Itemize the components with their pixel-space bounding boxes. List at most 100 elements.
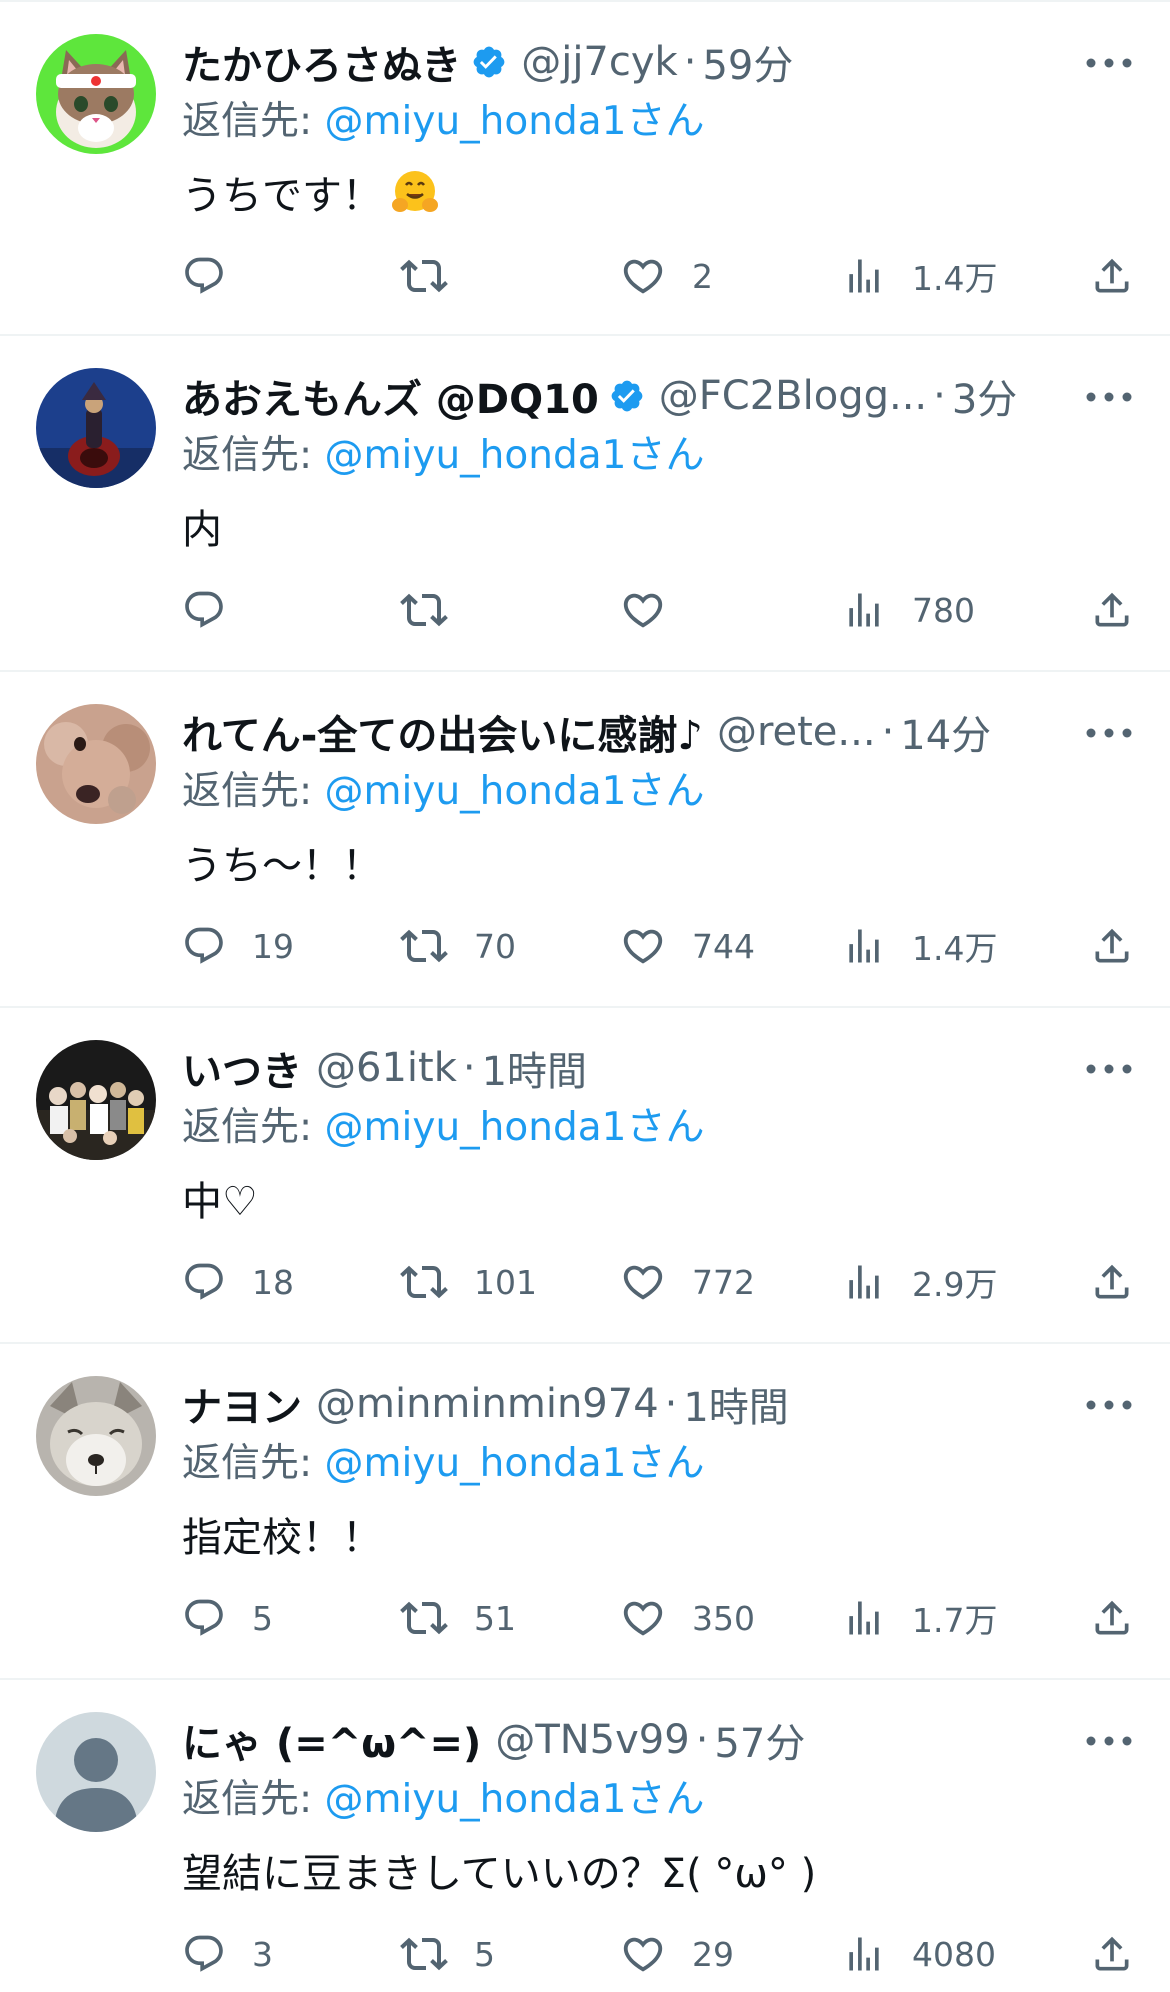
retweet-button[interactable]: 51 (400, 1588, 516, 1648)
views-icon (849, 593, 879, 627)
retweet-button[interactable]: 101 (400, 1252, 537, 1312)
display-name[interactable]: あおえもんズ @DQ10 (182, 367, 599, 425)
share-button[interactable] (1090, 1252, 1134, 1312)
display-name[interactable]: いつき (182, 1039, 302, 1097)
reply-button[interactable] (182, 246, 252, 306)
like-button[interactable] (620, 580, 692, 640)
tweet-actions: 2 1.4万 (182, 246, 1134, 306)
display-name[interactable]: れてん-全ての出会いに感謝♪ (182, 703, 703, 761)
like-count: 350 (692, 1598, 755, 1638)
more-options-button[interactable] (1084, 1726, 1134, 1756)
share-icon (1095, 928, 1129, 963)
tweet-content: ナヨン @minminmin974 · 1時間 返信先: @miyu_honda… (182, 1374, 1120, 1570)
tweet-actions: 3 5 29 4080 (182, 1924, 1134, 1984)
share-button[interactable] (1090, 916, 1134, 976)
timestamp[interactable]: 3分 (952, 367, 1017, 425)
timestamp[interactable]: 14分 (900, 703, 991, 761)
timestamp[interactable]: 59分 (702, 33, 793, 91)
retweet-count: 51 (474, 1598, 516, 1638)
retweet-icon (400, 1937, 448, 1971)
views-button[interactable]: 2.9万 (842, 1252, 997, 1312)
share-icon (1095, 1936, 1129, 1971)
more-options-button[interactable] (1084, 1390, 1134, 1420)
reply-button[interactable]: 3 (182, 1924, 273, 1984)
heart-icon (623, 1601, 663, 1636)
like-button[interactable]: 350 (620, 1588, 755, 1648)
more-options-button[interactable] (1084, 382, 1134, 412)
tweet[interactable]: れてん-全ての出会いに感謝♪ @rete... · 14分 返信先: @miyu… (0, 672, 1170, 1008)
retweet-count: 5 (474, 1934, 495, 1974)
views-button[interactable]: 4080 (842, 1924, 996, 1984)
user-handle[interactable]: @TN5v99 (495, 1717, 689, 1763)
avatar[interactable] (36, 704, 156, 824)
user-handle[interactable]: @FC2Blogg... (659, 373, 927, 419)
tweet[interactable]: あおえもんズ @DQ10 @FC2Blogg... · 3分 返信先: @miy… (0, 336, 1170, 672)
retweet-icon (400, 259, 448, 293)
more-icon (1086, 1064, 1132, 1074)
user-handle[interactable]: @rete... (717, 709, 876, 755)
views-button[interactable]: 1.4万 (842, 246, 997, 306)
display-name[interactable]: にゃ (=^ω^=) (182, 1711, 481, 1769)
avatar[interactable] (36, 1376, 156, 1496)
retweet-icon (400, 1601, 448, 1635)
retweet-icon (400, 929, 448, 963)
views-count: 1.4万 (912, 259, 998, 298)
more-options-button[interactable] (1084, 1054, 1134, 1084)
more-icon (1086, 58, 1132, 68)
display-name[interactable]: たかひろさぬき (182, 33, 461, 91)
share-button[interactable] (1090, 580, 1134, 640)
tweet[interactable]: たかひろさぬき @jj7cyk · 59分 返信先: @miyu_honda1さ… (0, 0, 1170, 336)
views-button[interactable]: 1.4万 (842, 916, 997, 976)
reply-icon (185, 1599, 223, 1636)
user-handle[interactable]: @jj7cyk (521, 39, 678, 85)
tweet-content: にゃ (=^ω^=) @TN5v99 · 57分 返信先: @miyu_hond… (182, 1710, 1120, 1906)
reply-button[interactable]: 19 (182, 916, 294, 976)
like-button[interactable]: 772 (620, 1252, 755, 1312)
heart-icon (623, 593, 663, 628)
share-button[interactable] (1090, 246, 1134, 306)
display-name[interactable]: ナヨン (182, 1375, 302, 1433)
reply-to-mention[interactable]: @miyu_honda1 (325, 1105, 627, 1150)
avatar[interactable] (36, 368, 156, 488)
share-button[interactable] (1090, 1924, 1134, 1984)
like-button[interactable]: 29 (620, 1924, 734, 1984)
avatar[interactable] (36, 1040, 156, 1160)
reply-to-mention[interactable]: @miyu_honda1 (325, 99, 627, 144)
tweet-text-content: うちです！ (182, 173, 382, 219)
reply-count: 19 (252, 926, 294, 966)
retweet-button[interactable]: 70 (400, 916, 516, 976)
timestamp[interactable]: 1時間 (482, 1039, 587, 1097)
tweet-actions: 5 51 350 1.7万 (182, 1588, 1134, 1648)
like-button[interactable]: 2 (620, 246, 713, 306)
like-button[interactable]: 744 (620, 916, 755, 976)
tweet[interactable]: にゃ (=^ω^=) @TN5v99 · 57分 返信先: @miyu_hond… (0, 1680, 1170, 1992)
user-handle[interactable]: @61itk (316, 1045, 457, 1091)
reply-to-prefix: 返信先: (182, 769, 313, 814)
avatar[interactable] (36, 1712, 156, 1832)
timestamp[interactable]: 1時間 (683, 1375, 788, 1433)
views-button[interactable]: 1.7万 (842, 1588, 997, 1648)
reply-count: 3 (252, 1934, 273, 1974)
tweet[interactable]: ナヨン @minminmin974 · 1時間 返信先: @miyu_honda… (0, 1344, 1170, 1680)
reply-to-mention[interactable]: @miyu_honda1 (325, 1777, 627, 1822)
retweet-button[interactable] (400, 580, 474, 640)
user-handle[interactable]: @minminmin974 (316, 1381, 659, 1427)
share-button[interactable] (1090, 1588, 1134, 1648)
reply-button[interactable] (182, 580, 252, 640)
reply-button[interactable]: 18 (182, 1252, 294, 1312)
views-icon (849, 1265, 879, 1299)
reply-button[interactable]: 5 (182, 1588, 273, 1648)
views-count: 2.9万 (912, 1265, 998, 1304)
timestamp[interactable]: 57分 (714, 1711, 805, 1769)
reply-to-mention[interactable]: @miyu_honda1 (325, 769, 627, 814)
more-options-button[interactable] (1084, 718, 1134, 748)
reply-to-line: 返信先: @miyu_honda1さん (182, 1434, 1120, 1494)
retweet-button[interactable] (400, 246, 474, 306)
retweet-button[interactable]: 5 (400, 1924, 495, 1984)
more-options-button[interactable] (1084, 48, 1134, 78)
avatar[interactable] (36, 34, 156, 154)
views-button[interactable]: 780 (842, 580, 975, 640)
reply-to-mention[interactable]: @miyu_honda1 (325, 433, 627, 478)
tweet[interactable]: いつき @61itk · 1時間 返信先: @miyu_honda1さん 中♡ … (0, 1008, 1170, 1344)
reply-to-mention[interactable]: @miyu_honda1 (325, 1441, 627, 1486)
